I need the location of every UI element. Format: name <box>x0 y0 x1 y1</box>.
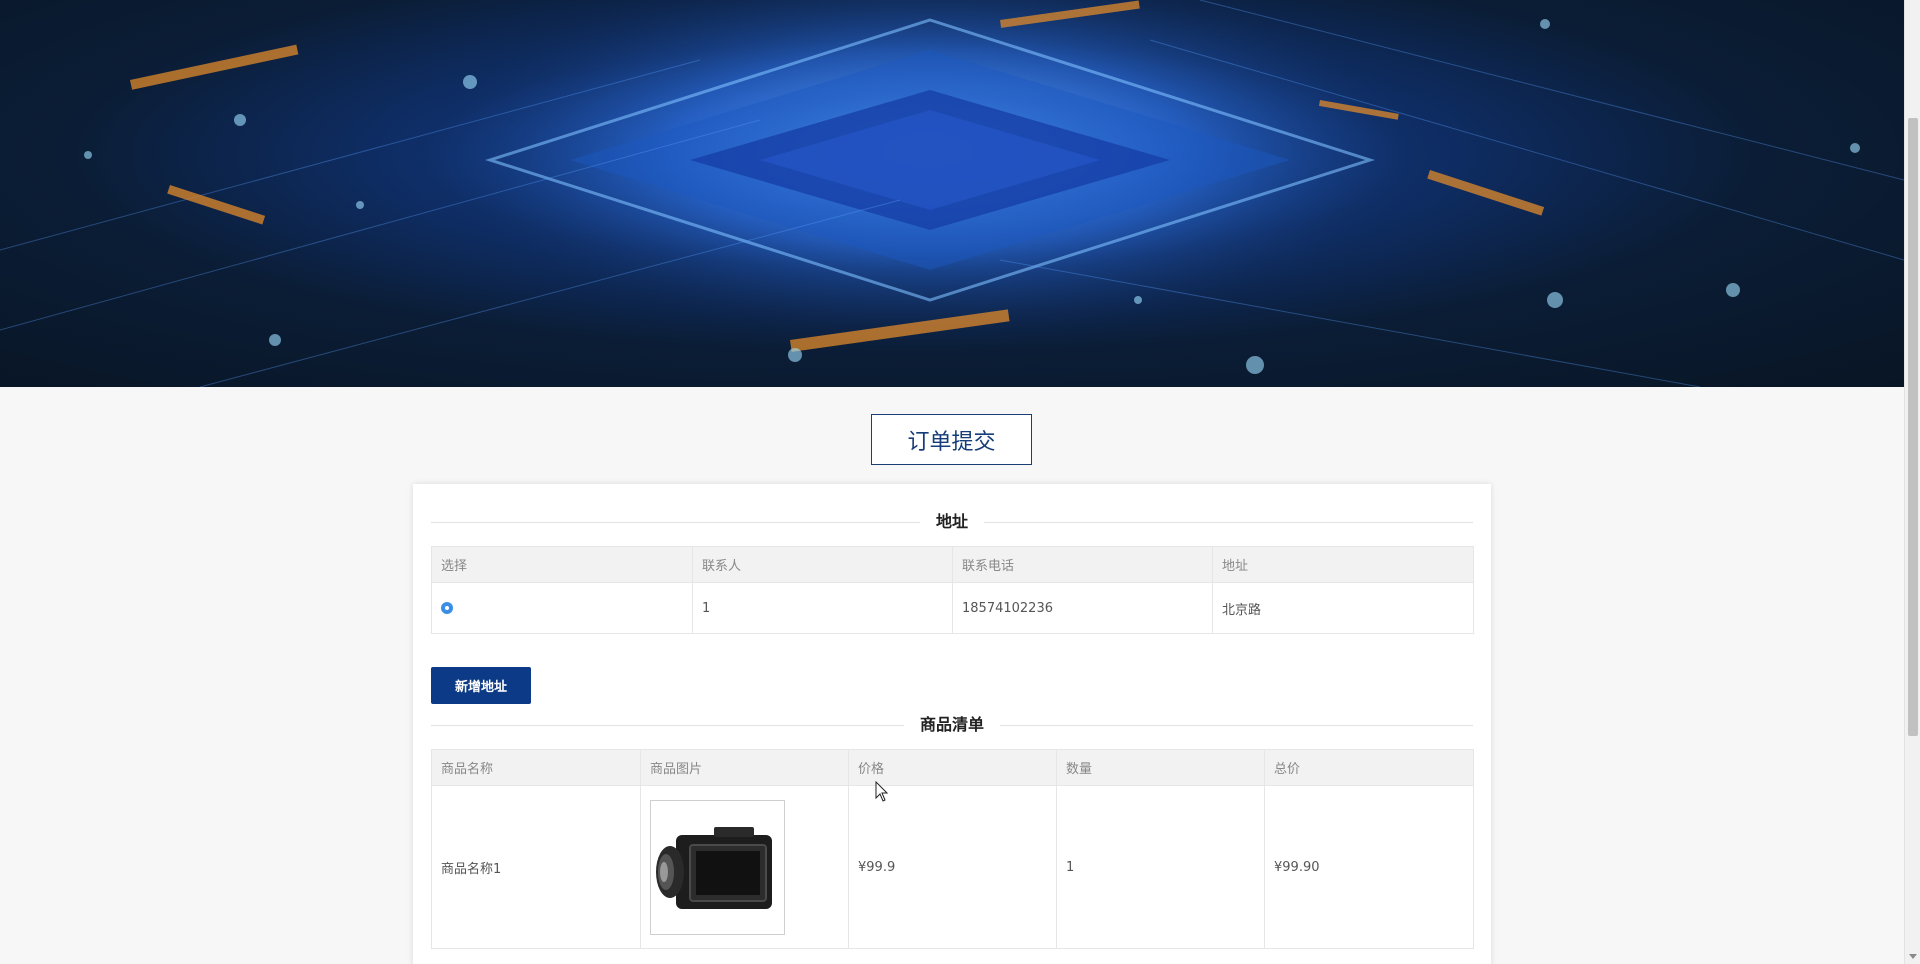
address-table-header: 选择 联系人 联系电话 地址 <box>431 546 1474 583</box>
total-cell: ¥99.90 <box>1264 785 1474 949</box>
column-header-total: 总价 <box>1264 749 1474 786</box>
goods-table: 商品名称 商品图片 价格 数量 总价 商品名称1 ¥99.9 1 ¥99.90 <box>431 749 1474 949</box>
select-cell[interactable] <box>431 582 693 634</box>
camcorder-image[interactable] <box>650 799 785 935</box>
circuit-chip-illustration <box>0 0 1904 387</box>
table-row: 商品名称1 ¥99.9 1 ¥99.90 <box>431 785 1474 949</box>
column-header-contact: 联系人 <box>692 546 953 583</box>
goods-section-heading: 商品清单 <box>431 712 1473 738</box>
price-cell: ¥99.9 <box>848 785 1057 949</box>
column-header-image: 商品图片 <box>640 749 849 786</box>
page-scrollbar[interactable] <box>1904 0 1920 964</box>
column-header-select: 选择 <box>431 546 693 583</box>
camcorder-icon <box>655 827 772 909</box>
column-header-address: 地址 <box>1212 546 1474 583</box>
table-row[interactable]: 1 18574102236 北京路 <box>431 582 1474 634</box>
goods-heading-text: 商品清单 <box>903 715 1000 734</box>
contact-cell: 1 <box>692 582 953 634</box>
address-table: 选择 联系人 联系电话 地址 1 18574102236 北京路 <box>431 546 1474 634</box>
goods-table-header: 商品名称 商品图片 价格 数量 总价 <box>431 749 1474 786</box>
hero-banner <box>0 0 1904 387</box>
address-section-heading: 地址 <box>431 509 1473 535</box>
column-header-name: 商品名称 <box>431 749 641 786</box>
order-card: 地址 选择 联系人 联系电话 地址 1 18574102236 北京路 新增地址… <box>413 484 1491 964</box>
order-submit-page: 订单提交 地址 选择 联系人 联系电话 地址 1 18574102236 北京路… <box>0 0 1904 964</box>
goods-name-cell: 商品名称1 <box>431 785 641 949</box>
scroll-down-icon[interactable] <box>1909 954 1917 959</box>
mouse-pointer-icon <box>875 781 889 802</box>
column-header-quantity: 数量 <box>1056 749 1265 786</box>
page-title: 订单提交 <box>871 414 1032 465</box>
add-address-button[interactable]: 新增地址 <box>431 667 531 704</box>
phone-cell: 18574102236 <box>952 582 1213 634</box>
quantity-cell: 1 <box>1056 785 1265 949</box>
address-heading-text: 地址 <box>919 512 984 531</box>
column-header-phone: 联系电话 <box>952 546 1213 583</box>
goods-image-cell <box>640 785 849 949</box>
radio-selected-icon[interactable] <box>441 602 453 614</box>
address-cell: 北京路 <box>1212 582 1474 634</box>
scrollbar-thumb[interactable] <box>1908 118 1918 736</box>
